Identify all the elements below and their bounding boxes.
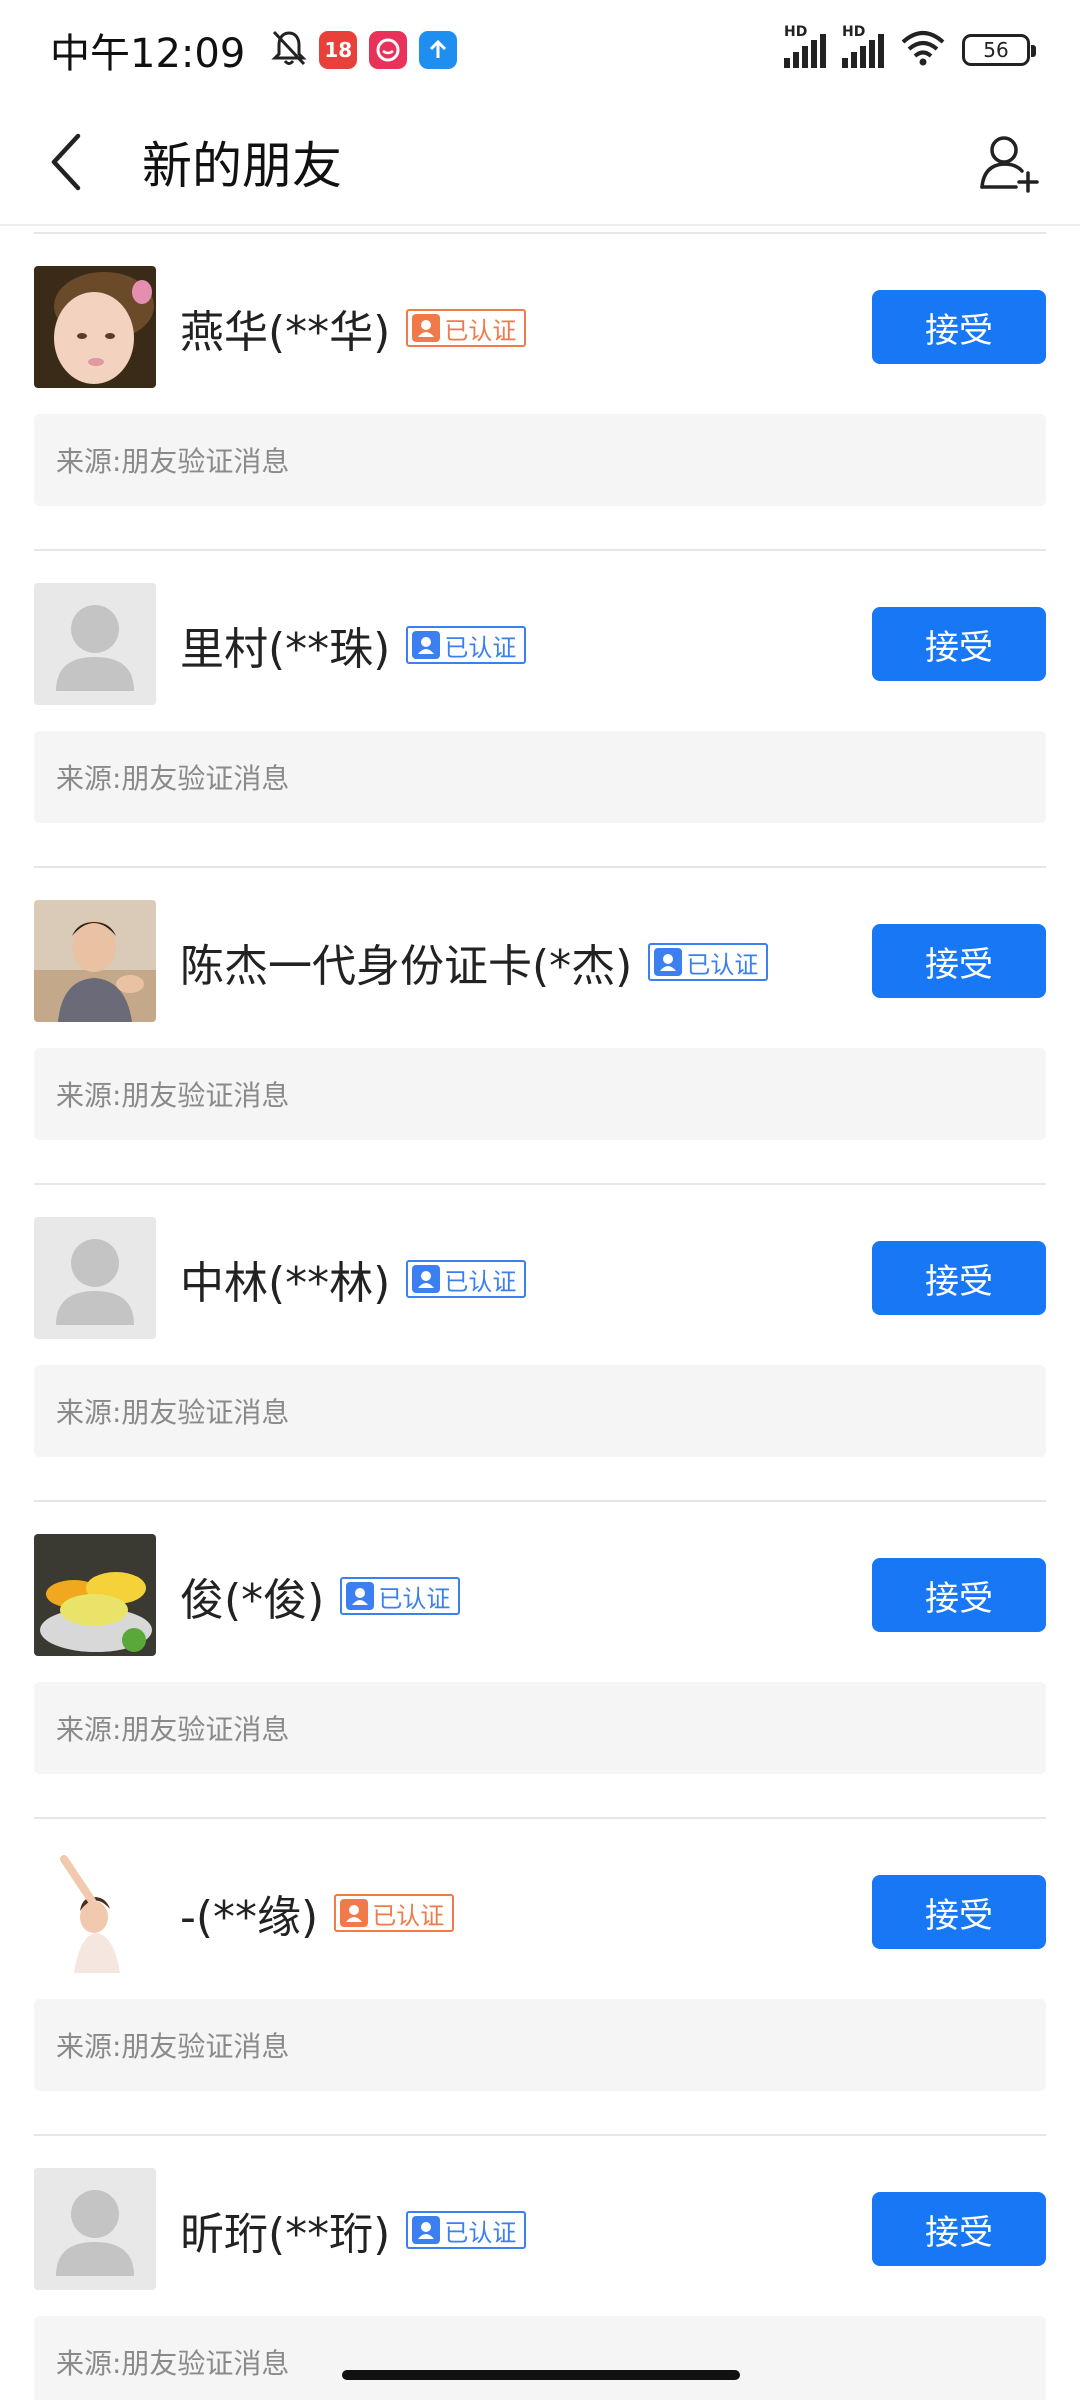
- verified-badge-label: 已认证: [444, 316, 517, 345]
- wifi-icon: [900, 30, 946, 70]
- name-row: 燕华(**华) 已认证: [180, 300, 527, 358]
- list-item: 陈杰一代身份证卡(*杰) 已认证 接受 来源:朋友验证消息: [0, 866, 1080, 1183]
- contact-name: 俊(*俊): [180, 1575, 325, 1626]
- request-source: 来源:朋友验证消息: [34, 414, 1046, 506]
- home-indicator[interactable]: [342, 2370, 740, 2380]
- accept-button[interactable]: 接受: [872, 924, 1046, 998]
- verified-badge: 已认证: [406, 1260, 527, 1298]
- signal-hd-label-2: HD: [842, 24, 866, 40]
- contact-name: 中林(**林): [180, 1258, 391, 1309]
- verified-icon: [412, 314, 441, 342]
- avatar[interactable]: [34, 1217, 156, 1339]
- list-item: 俊(*俊) 已认证 接受 来源:朋友验证消息: [0, 1500, 1080, 1817]
- battery-icon: 56: [962, 34, 1036, 66]
- avatar[interactable]: [34, 1534, 156, 1656]
- add-friend-button[interactable]: [974, 127, 1044, 197]
- status-right: HD HD 56: [784, 24, 1036, 70]
- accept-button[interactable]: 接受: [872, 1558, 1046, 1632]
- verified-badge-label: 已认证: [444, 1267, 517, 1296]
- status-time: 中午12:09: [50, 31, 246, 77]
- verified-badge-label: 已认证: [378, 1584, 451, 1613]
- verified-badge: 已认证: [406, 626, 527, 664]
- request-source: 来源:朋友验证消息: [34, 1048, 1046, 1140]
- list-item: 燕华(**华) 已认证 接受 来源:朋友验证消息: [0, 232, 1080, 549]
- request-source: 来源:朋友验证消息: [34, 1999, 1046, 2091]
- friend-request-list: 燕华(**华) 已认证 接受 来源:朋友验证消息 里村(**珠) 已认证 接受 …: [0, 232, 1080, 2400]
- verified-icon: [412, 2216, 441, 2244]
- contact-name: 燕华(**华): [180, 307, 391, 358]
- avatar[interactable]: [34, 2168, 156, 2290]
- signal-icon: HD: [784, 24, 826, 68]
- request-source: 来源:朋友验证消息: [34, 731, 1046, 823]
- page-title: 新的朋友: [142, 137, 342, 195]
- list-item: 昕珩(**珩) 已认证 接受 来源:朋友验证消息: [0, 2134, 1080, 2400]
- avatar[interactable]: [34, 900, 156, 1022]
- app-notification-icon-text: 18: [324, 38, 353, 62]
- name-row: 里村(**珠) 已认证: [180, 617, 527, 675]
- contact-name: 里村(**珠): [180, 624, 391, 675]
- name-row: 俊(*俊) 已认证: [180, 1568, 461, 1626]
- signal-icon-2: HD: [842, 24, 884, 68]
- avatar[interactable]: [34, 1851, 156, 1973]
- avatar[interactable]: [34, 583, 156, 705]
- verified-badge-label: 已认证: [686, 950, 759, 979]
- default-avatar-icon: [34, 583, 156, 705]
- contact-name: 陈杰一代身份证卡(*杰): [180, 941, 633, 992]
- status-left: 中午12:09 18: [50, 21, 458, 79]
- verified-badge-label: 已认证: [444, 633, 517, 662]
- battery-level: 56: [983, 38, 1009, 62]
- name-row: -(**缘) 已认证: [180, 1885, 455, 1943]
- back-chevron-icon: [51, 133, 81, 191]
- verified-badge: 已认证: [340, 1577, 461, 1615]
- name-row: 昕珩(**珩) 已认证: [180, 2202, 527, 2260]
- verified-icon: [412, 631, 441, 659]
- list-item: -(**缘) 已认证 接受 来源:朋友验证消息: [0, 1817, 1080, 2134]
- verified-icon: [412, 1265, 441, 1293]
- accept-button[interactable]: 接受: [872, 1875, 1046, 1949]
- default-avatar-icon: [34, 2168, 156, 2290]
- app-notification-icon: 18: [319, 31, 358, 69]
- accept-button[interactable]: 接受: [872, 607, 1046, 681]
- verified-icon: [340, 1899, 369, 1927]
- verified-badge-label: 已认证: [444, 2218, 517, 2247]
- bell-off-icon: [271, 29, 307, 71]
- accept-button[interactable]: 接受: [872, 290, 1046, 364]
- verified-badge: 已认证: [648, 943, 769, 981]
- app-screen: 中午12:09 18 HD HD 56 新的朋友 燕华(**华) 已认证 接受 …: [0, 0, 1080, 2400]
- status-bar: 中午12:09 18 HD HD 56: [0, 0, 1080, 100]
- accept-button[interactable]: 接受: [872, 2192, 1046, 2266]
- request-source: 来源:朋友验证消息: [34, 1365, 1046, 1457]
- list-item: 中林(**林) 已认证 接受 来源:朋友验证消息: [0, 1183, 1080, 1500]
- default-avatar-icon: [34, 1217, 156, 1339]
- app-notification-icon-2: [369, 31, 408, 69]
- verified-icon: [654, 948, 683, 976]
- verified-icon: [346, 1582, 375, 1610]
- avatar[interactable]: [34, 266, 156, 388]
- request-source: 来源:朋友验证消息: [34, 1682, 1046, 1774]
- request-source: 来源:朋友验证消息: [34, 2316, 1046, 2400]
- name-row: 中林(**林) 已认证: [180, 1251, 527, 1309]
- verified-badge-label: 已认证: [372, 1901, 445, 1930]
- nav-bar: 新的朋友: [0, 100, 1080, 226]
- back-button[interactable]: [36, 132, 96, 192]
- name-row: 陈杰一代身份证卡(*杰) 已认证: [180, 934, 769, 992]
- signal-hd-label: HD: [784, 24, 808, 40]
- accept-button[interactable]: 接受: [872, 1241, 1046, 1315]
- add-friend-icon: [980, 136, 1039, 193]
- list-item: 里村(**珠) 已认证 接受 来源:朋友验证消息: [0, 549, 1080, 866]
- verified-badge: 已认证: [406, 2211, 527, 2249]
- upload-icon: [419, 31, 458, 69]
- contact-name: 昕珩(**珩): [180, 2209, 391, 2260]
- verified-badge: 已认证: [334, 1894, 455, 1932]
- verified-badge: 已认证: [406, 309, 527, 347]
- contact-name: -(**缘): [180, 1892, 319, 1943]
